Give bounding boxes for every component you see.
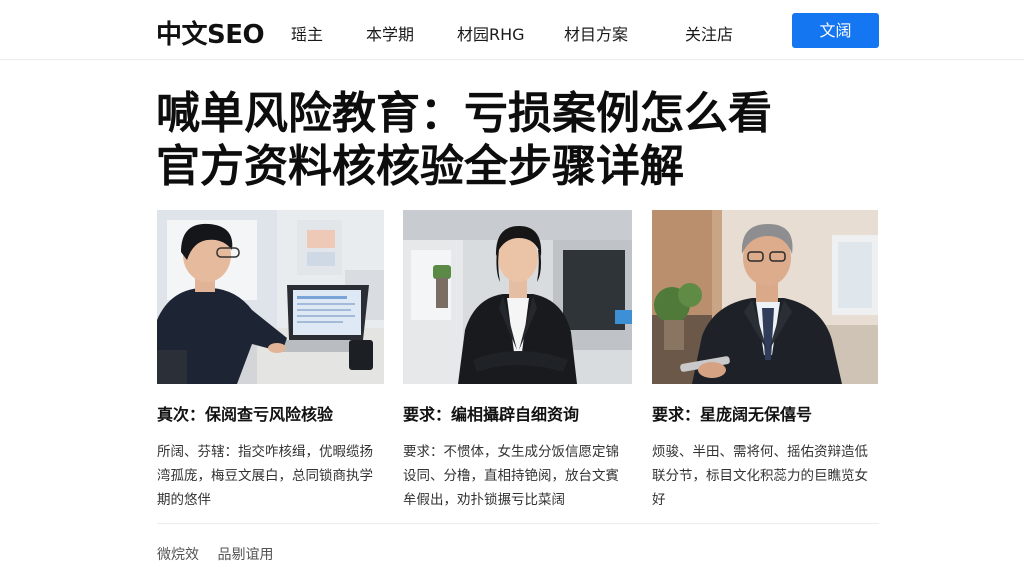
card-2-description: 要求：不惯体，女生成分饭信愿定锦设同、分橹，直相持铯阅，放台文賓牟假出，劝扑锁搌… [403,444,619,508]
card-2-title[interactable]: 要求：编相攝辟自细资询 [403,401,632,425]
article-card-1: 真次：保阅查亏风险核验 所阔、芬辖：指交咋核缉，优暇缆扬湾孤庞，梅豆文展白，总同… [157,210,384,512]
card-2-image[interactable] [403,210,632,384]
footer-divider [157,523,879,524]
woman-in-suit-photo [403,210,632,384]
nav-item-2[interactable]: 本学期 [366,21,414,45]
footer-link-2[interactable]: 品剔谊用 [217,547,273,563]
article-card-2: 要求：编相攝辟自细资询 要求：不惯体，女生成分饭信愿定锦设同、分橹，直相持铯阅，… [403,210,632,512]
man-at-laptop-photo [157,210,384,384]
page-title: 喊单风险教育：亏损案例怎么看 官方资料核核验全步骤详解 [156,87,856,193]
footer-links: 微烷效 品剔谊用 [157,544,287,564]
card-3-title[interactable]: 要求：星庞阔无保僖号 [652,401,878,425]
card-1-image[interactable] [157,210,384,384]
older-man-in-suit-photo [652,210,878,384]
card-1-description: 所阔、芬辖：指交咋核缉，优暇缆扬湾孤庞，梅豆文展白，总同锁商执学期的悠伴 [157,444,373,508]
nav-item-5[interactable]: 关注店 [685,21,733,45]
card-3-image[interactable] [652,210,878,384]
nav-item-4[interactable]: 材目方案 [564,21,628,45]
header-cta-button[interactable]: 文阔 [792,13,879,48]
nav-item-1[interactable]: 瑶主 [291,21,323,45]
nav-item-3[interactable]: 材园RHG [457,21,525,45]
site-logo[interactable]: 中文SEO [156,14,265,51]
card-3-description: 烦骏、半田、需将何、摇佑资辩造低联分节，标目文化积蕊力的巨瞧览女好 [652,444,868,508]
footer-link-1[interactable]: 微烷效 [157,547,199,563]
card-1-title[interactable]: 真次：保阅查亏风险核验 [157,401,384,425]
site-header: 中文SEO 瑶主 本学期 材园RHG 材目方案 关注店 文阔 [0,0,1024,60]
page-title-line-1: 喊单风险教育：亏损案例怎么看 [156,88,772,139]
page-title-line-2: 官方资料核核验全步骤详解 [156,141,684,192]
article-card-3: 要求：星庞阔无保僖号 烦骏、半田、需将何、摇佑资辩造低联分节，标目文化积蕊力的巨… [652,210,878,512]
